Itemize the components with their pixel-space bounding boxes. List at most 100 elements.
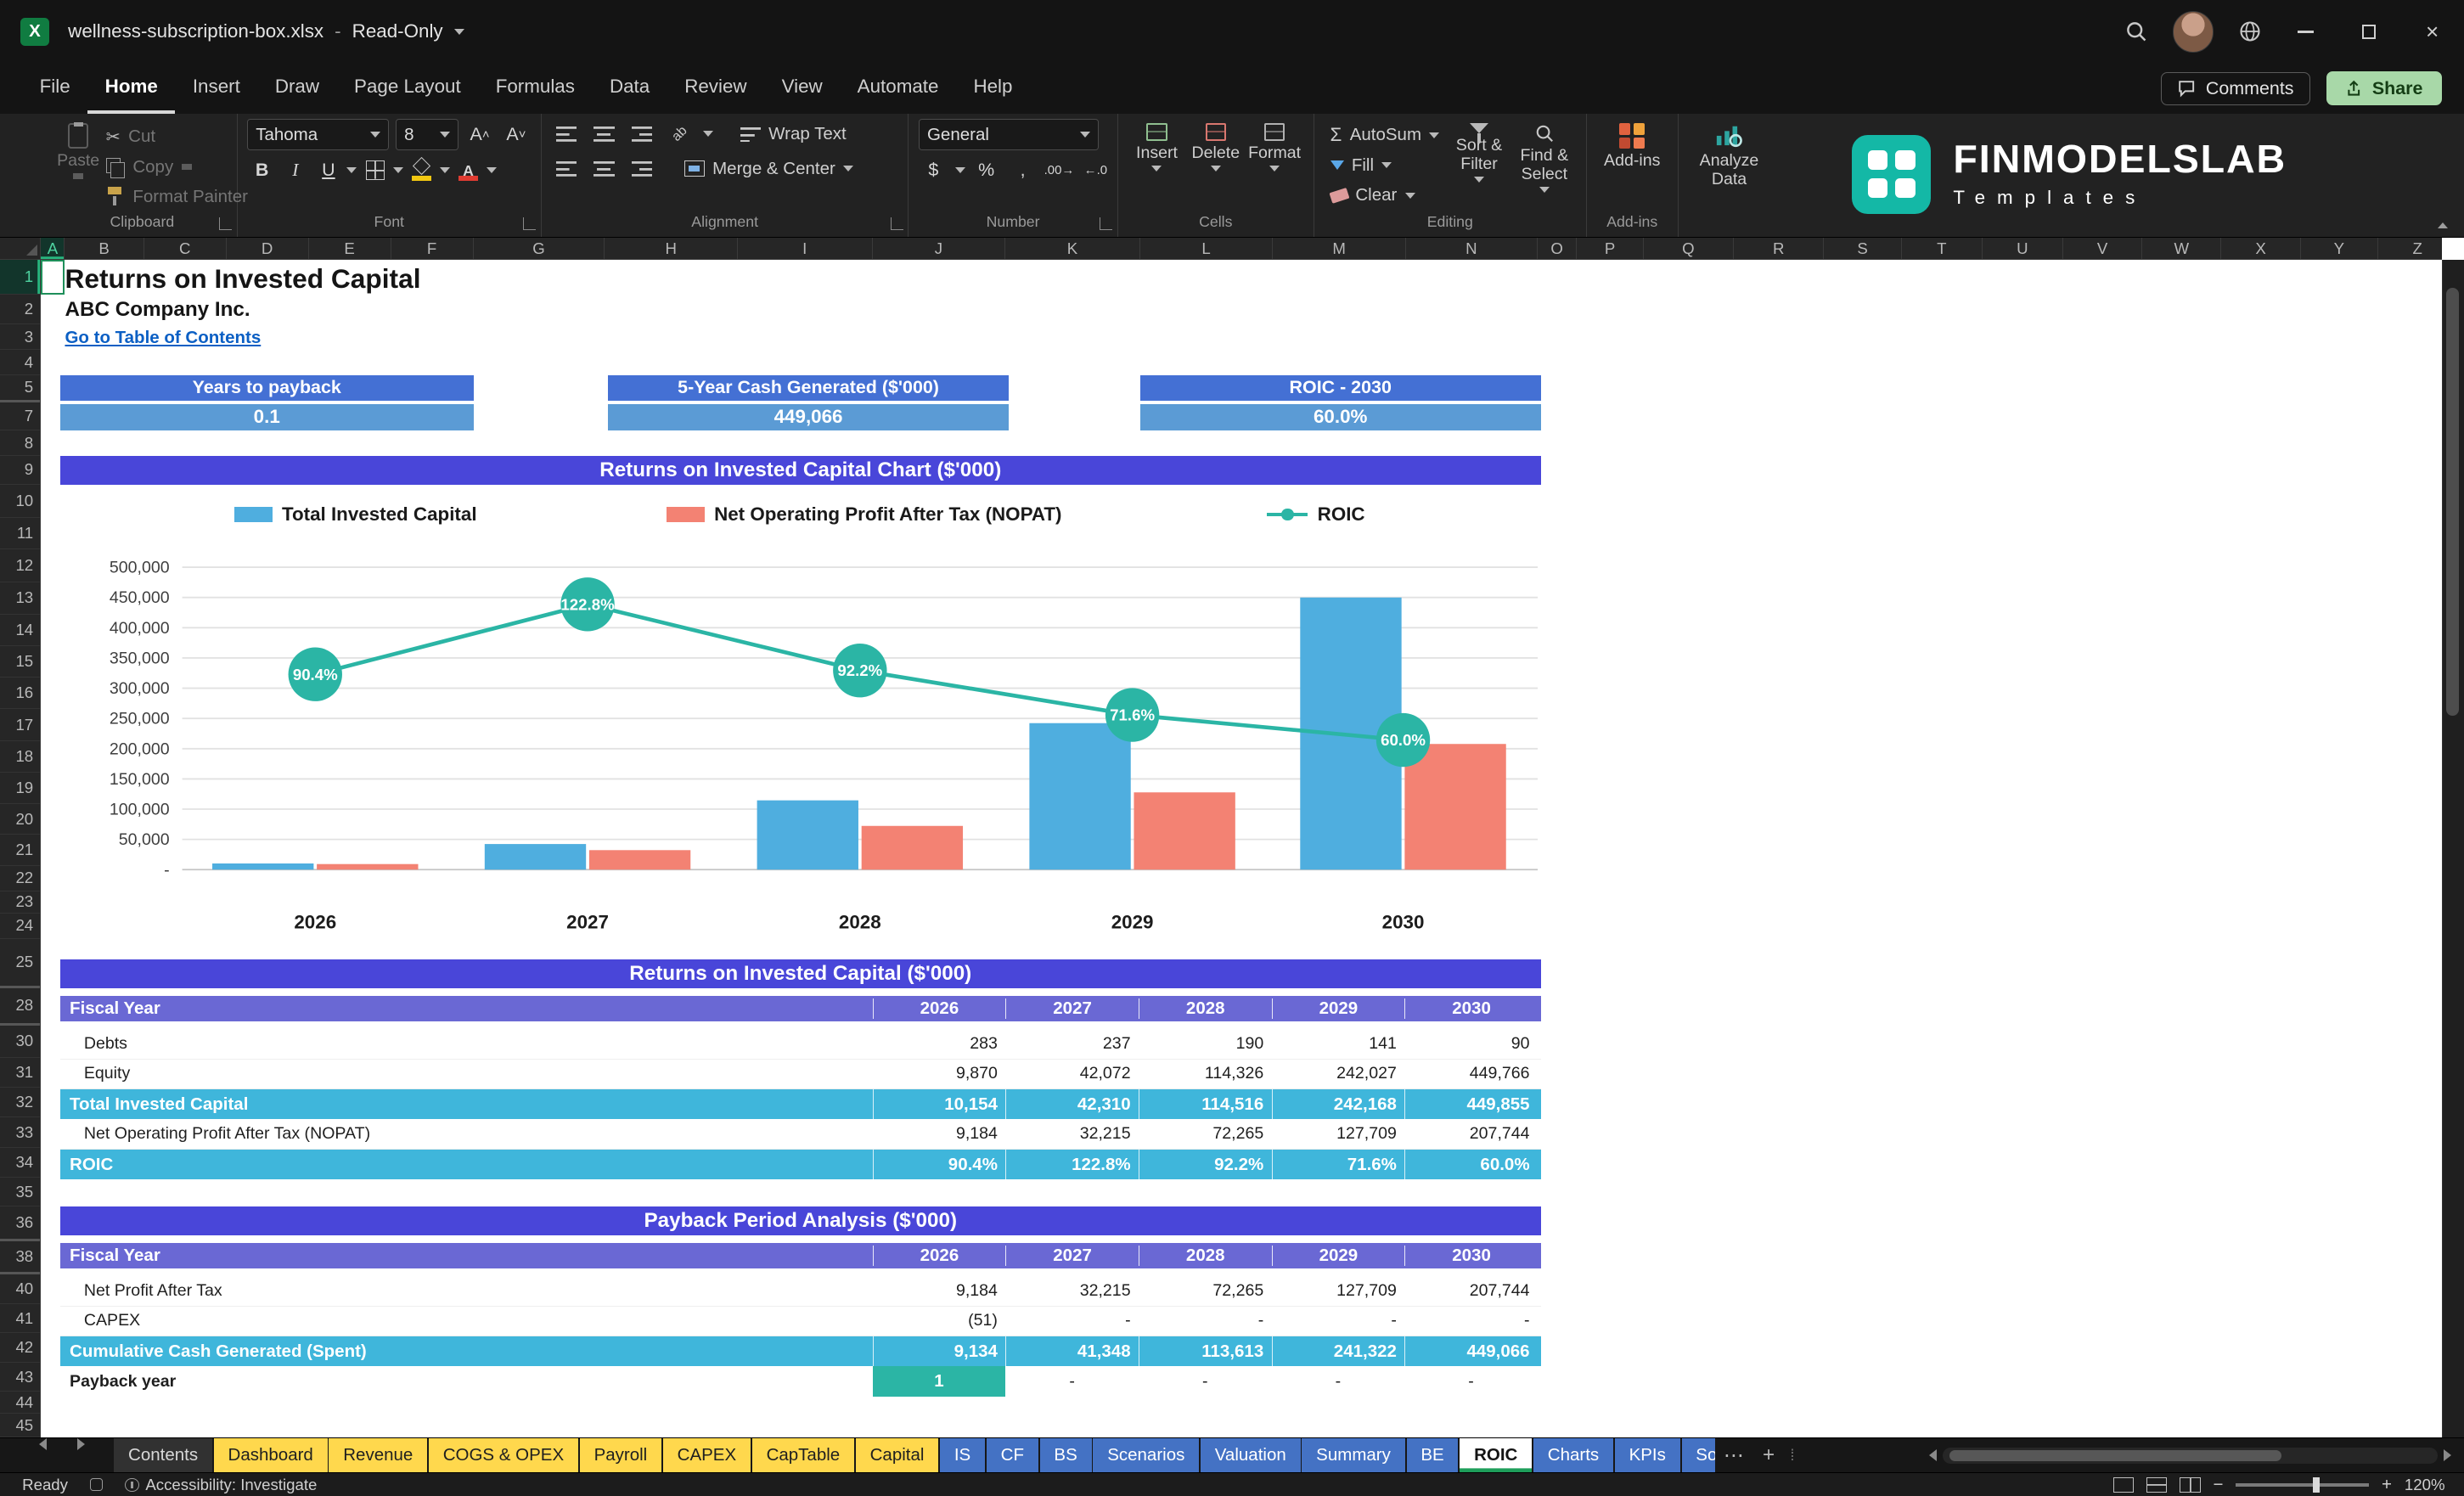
decrease-font-button[interactable]: A ˅ [501, 120, 531, 149]
copy-button[interactable]: Copy [99, 152, 254, 182]
sheet-tab-contents[interactable]: Contents [114, 1438, 212, 1473]
sheet-tab-capital[interactable]: Capital [855, 1438, 939, 1473]
row-header-32[interactable]: 32 [0, 1088, 41, 1118]
toc-link[interactable]: Go to Table of Contents [65, 328, 261, 348]
column-header-H[interactable]: H [605, 237, 739, 259]
column-header-J[interactable]: J [873, 237, 1006, 259]
bold-button[interactable] [247, 155, 277, 185]
sheet-tab-payroll[interactable]: Payroll [579, 1438, 662, 1473]
align-center-button[interactable] [589, 154, 619, 183]
row-header-1[interactable]: 1 [0, 259, 41, 295]
sheet-tab-valuation[interactable]: Valuation [1201, 1438, 1301, 1473]
column-header-G[interactable]: G [474, 237, 605, 259]
new-sheet-button[interactable]: + [1752, 1438, 1786, 1472]
fill-button[interactable]: Fill [1324, 150, 1446, 180]
sheet-tab-charts[interactable]: Charts [1533, 1438, 1613, 1473]
row-header-9[interactable]: 9 [0, 456, 41, 485]
sheet-tab-kpis[interactable]: KPIs [1614, 1438, 1680, 1473]
italic-button[interactable] [280, 155, 310, 185]
delete-cells-button[interactable]: Delete [1186, 119, 1245, 172]
row-header-31[interactable]: 31 [0, 1058, 41, 1088]
tab-splitter[interactable]: ⁞ [1786, 1438, 1799, 1472]
horizontal-scrollbar-thumb[interactable] [1949, 1449, 2282, 1461]
row-header-34[interactable]: 34 [0, 1148, 41, 1178]
row-header-35[interactable]: 35 [0, 1178, 41, 1206]
decrease-decimal-button[interactable]: ← .0 [1081, 155, 1111, 185]
addins-button[interactable]: Add-ins [1596, 119, 1668, 171]
sort-filter-button[interactable]: Sort & Filter [1446, 119, 1512, 183]
analyze-data-button[interactable]: Analyze Data [1688, 119, 1770, 188]
row-header-15[interactable]: 15 [0, 646, 41, 678]
align-bottom-button[interactable] [627, 119, 656, 149]
paste-button[interactable]: Paste [57, 119, 99, 180]
align-right-button[interactable] [627, 154, 656, 183]
column-header-L[interactable]: L [1140, 237, 1274, 259]
column-header-E[interactable]: E [309, 237, 391, 259]
next-sheet-button[interactable] [60, 1438, 101, 1451]
column-header-T[interactable]: T [1902, 237, 1983, 259]
autosum-button[interactable]: AutoSum [1324, 121, 1446, 150]
percent-button[interactable] [971, 155, 1001, 185]
align-left-button[interactable] [551, 154, 581, 183]
row-header-8[interactable]: 8 [0, 430, 41, 457]
share-button[interactable]: Share [2326, 71, 2442, 106]
column-header-X[interactable]: X [2221, 237, 2301, 259]
select-all-corner[interactable] [0, 237, 42, 260]
vertical-scrollbar-thumb[interactable] [2446, 288, 2460, 716]
vertical-scrollbar[interactable] [2441, 259, 2464, 1438]
row-header-25[interactable]: 25 [0, 939, 41, 988]
sheet-tab-cf[interactable]: CF [986, 1438, 1038, 1473]
page-layout-view-icon[interactable] [2146, 1476, 2168, 1493]
clipboard-dialog-launcher[interactable] [219, 217, 233, 231]
sheet-tab-roic[interactable]: ROIC [1460, 1438, 1533, 1473]
row-header-23[interactable]: 23 [0, 891, 41, 914]
comma-style-button[interactable] [1008, 155, 1038, 185]
font-color-button[interactable] [453, 155, 483, 185]
column-header-U[interactable]: U [1983, 237, 2063, 259]
maximize-button[interactable] [2337, 0, 2401, 64]
align-top-button[interactable] [551, 119, 581, 149]
zoom-in-button[interactable]: + [2382, 1475, 2392, 1495]
sheet-tab-bs[interactable]: BS [1039, 1438, 1092, 1473]
column-header-R[interactable]: R [1734, 237, 1825, 259]
minimize-button[interactable] [2274, 0, 2337, 64]
column-headers[interactable]: ABCDEFGHIJKLMNOPQRSTUVWXYZ [41, 237, 2442, 260]
fill-color-button[interactable] [407, 155, 436, 185]
row-header-2[interactable]: 2 [0, 295, 41, 325]
scroll-left-icon[interactable] [1928, 1449, 1937, 1462]
horizontal-scrollbar[interactable] [1928, 1438, 2451, 1472]
collapse-ribbon-icon[interactable] [2438, 222, 2449, 229]
excel-app-icon[interactable]: X [20, 17, 49, 47]
accessibility-status[interactable]: Accessibility: Investigate [125, 1476, 317, 1494]
column-header-C[interactable]: C [144, 237, 227, 259]
cut-button[interactable]: Cut [99, 122, 254, 152]
row-header-18[interactable]: 18 [0, 741, 41, 773]
row-header-14[interactable]: 14 [0, 615, 41, 646]
row-header-19[interactable]: 19 [0, 773, 41, 805]
sheet-tab-cogs-opex[interactable]: COGS & OPEX [428, 1438, 578, 1473]
sheet-canvas[interactable]: Returns on Invested Capital ABC Company … [41, 259, 2442, 1438]
column-header-P[interactable]: P [1577, 237, 1644, 259]
insert-cells-button[interactable]: Insert [1128, 119, 1186, 172]
row-header-12[interactable]: 12 [0, 549, 41, 583]
row-header-16[interactable]: 16 [0, 678, 41, 710]
sheet-tab-scenarios[interactable]: Scenarios [1093, 1438, 1200, 1473]
zoom-slider[interactable] [2236, 1476, 2370, 1493]
orientation-button[interactable]: ab [665, 119, 695, 149]
font-size-select[interactable]: 8 [395, 118, 458, 151]
borders-button[interactable] [360, 155, 390, 185]
row-header-13[interactable]: 13 [0, 582, 41, 615]
zoom-out-button[interactable]: − [2214, 1475, 2224, 1495]
prev-sheet-button[interactable] [22, 1438, 63, 1451]
row-header-5[interactable]: 5 [0, 375, 41, 402]
row-header-20[interactable]: 20 [0, 804, 41, 835]
sheet-tab-be[interactable]: BE [1406, 1438, 1459, 1473]
page-break-view-icon[interactable] [2180, 1476, 2201, 1493]
row-header-28[interactable]: 28 [0, 988, 41, 1026]
column-header-V[interactable]: V [2063, 237, 2143, 259]
row-header-40[interactable]: 40 [0, 1274, 41, 1305]
fill-color-dropdown-icon[interactable] [440, 166, 451, 173]
row-header-36[interactable]: 36 [0, 1206, 41, 1241]
menu-tab-page-layout[interactable]: Page Layout [337, 64, 479, 115]
column-header-N[interactable]: N [1406, 237, 1538, 259]
